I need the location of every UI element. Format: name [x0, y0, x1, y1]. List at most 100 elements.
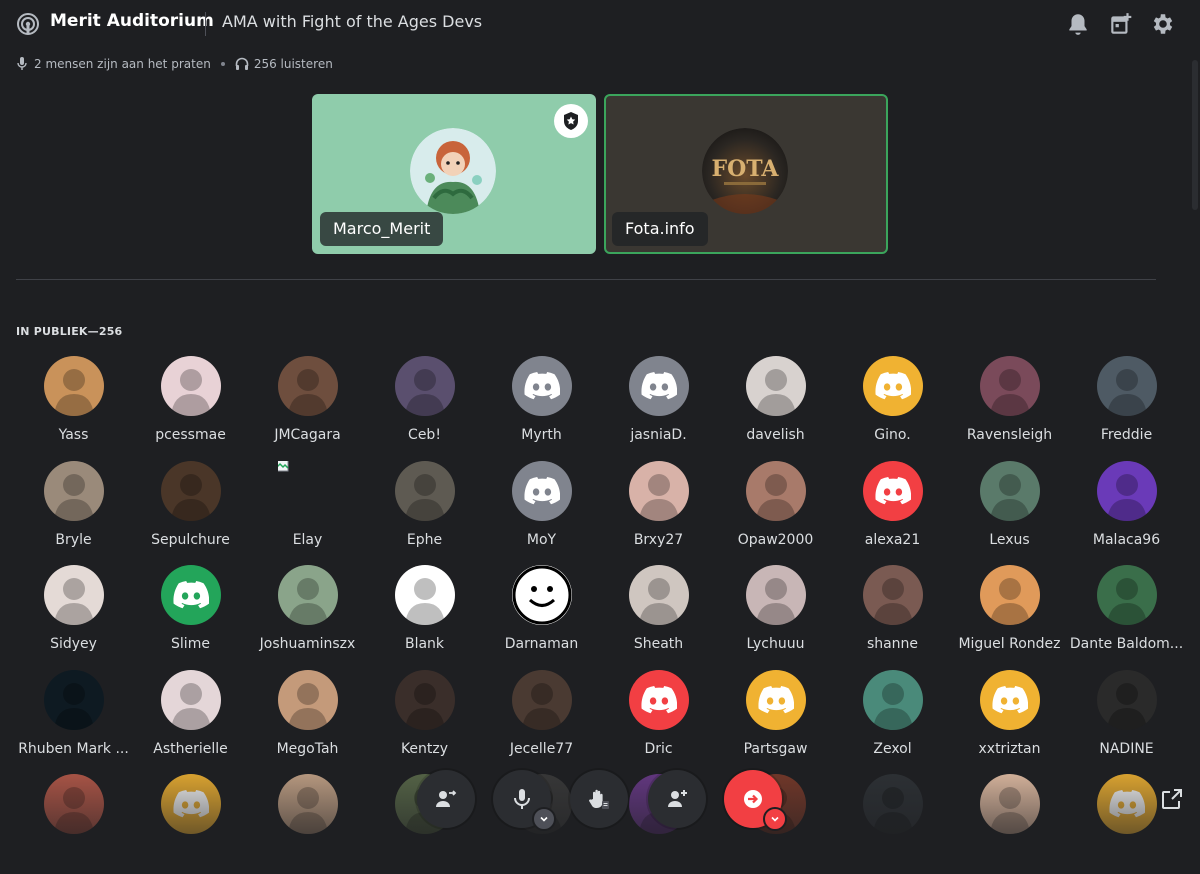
- channel-name: Merit Auditorium: [50, 11, 214, 31]
- audience-member[interactable]: Slime: [132, 565, 249, 665]
- user-photo-icon: [1107, 682, 1147, 730]
- audience-member[interactable]: xxtriztan: [951, 669, 1068, 770]
- audience-member[interactable]: Yass: [15, 356, 132, 456]
- avatar: [44, 565, 104, 625]
- member-name: Ravensleigh: [966, 427, 1053, 443]
- audience-member[interactable]: shanne: [834, 565, 951, 665]
- audience-member[interactable]: Darnaman: [483, 565, 600, 665]
- audience-member[interactable]: Elay: [249, 460, 366, 561]
- audience-member[interactable]: Bryle: [15, 460, 132, 561]
- avatar: [863, 669, 923, 730]
- audience-member[interactable]: Kentzy: [366, 669, 483, 770]
- user-photo-icon: [54, 473, 94, 521]
- audience-member[interactable]: Blank: [366, 565, 483, 665]
- avatar: [161, 669, 221, 730]
- user-photo-icon: [756, 369, 796, 416]
- microphone-icon: [514, 789, 530, 809]
- audience-member[interactable]: Dric: [600, 669, 717, 770]
- user-photo-icon: [990, 369, 1030, 416]
- audience-member[interactable]: Myrth: [483, 356, 600, 456]
- member-name: NADINE: [1099, 740, 1154, 757]
- user-photo-icon: [990, 578, 1030, 625]
- audience-member[interactable]: Ravensleigh: [951, 356, 1068, 456]
- audience-member[interactable]: Malaca96: [1068, 460, 1185, 561]
- audience-member[interactable]: NADINE: [1068, 669, 1185, 770]
- user-photo-icon: [54, 369, 94, 416]
- member-name: Jecelle77: [509, 740, 574, 757]
- leave-icon: [744, 790, 762, 808]
- mic-options-chevron-icon[interactable]: [532, 807, 556, 831]
- invite-to-speak-button[interactable]: [417, 770, 475, 828]
- avatar: [629, 669, 689, 730]
- audience-member[interactable]: Freddie: [1068, 356, 1185, 456]
- user-photo-icon: [171, 682, 211, 730]
- member-name: Miguel Rondez: [958, 636, 1061, 652]
- avatar: [161, 356, 221, 416]
- audience-member[interactable]: Sepulchure: [132, 460, 249, 561]
- broken-image-icon: [278, 460, 289, 471]
- audience-member[interactable]: Miguel Rondez: [951, 565, 1068, 665]
- audience-member[interactable]: Gino.: [834, 356, 951, 456]
- audience-member[interactable]: alexa21: [834, 460, 951, 561]
- speaker-tile-speaking[interactable]: FOTA Fota.info: [604, 94, 888, 254]
- avatar: [278, 565, 338, 625]
- stage-topic: AMA with Fight of the Ages Devs: [222, 12, 483, 31]
- user-photo-icon: [54, 578, 94, 625]
- speaker-avatar: FOTA: [702, 128, 788, 214]
- member-name: Elay: [292, 531, 323, 548]
- avatar: [512, 460, 572, 521]
- avatar: [278, 460, 338, 521]
- audience-member[interactable]: pcessmae: [132, 356, 249, 456]
- audience-member[interactable]: jasniaD.: [600, 356, 717, 456]
- member-name: alexa21: [864, 531, 921, 548]
- audience-member[interactable]: Astherielle: [132, 669, 249, 770]
- member-name: shanne: [866, 636, 919, 652]
- audience-member[interactable]: Partsgaw: [717, 669, 834, 770]
- notification-bell-icon[interactable]: [1065, 11, 1091, 37]
- speaker-tile[interactable]: Marco_Merit: [312, 94, 596, 254]
- audience-member[interactable]: JMCagara: [249, 356, 366, 456]
- audience-member[interactable]: Ceb!: [366, 356, 483, 456]
- avatar: [512, 669, 572, 730]
- audience-member[interactable]: Brxy27: [600, 460, 717, 561]
- leave-options-chevron-icon[interactable]: [763, 807, 787, 831]
- avatar: [746, 356, 806, 416]
- scrollbar[interactable]: [1192, 60, 1198, 210]
- listener-count: 256 luisteren: [253, 57, 333, 71]
- member-name: Sidyey: [50, 636, 97, 652]
- audience-member[interactable]: Lexus: [951, 460, 1068, 561]
- audience-member[interactable]: Jecelle77: [483, 669, 600, 770]
- user-photo-icon: [405, 682, 445, 730]
- audience-member[interactable]: Joshuaminszx: [249, 565, 366, 665]
- audience-member[interactable]: MegoTah: [249, 669, 366, 770]
- audience-member[interactable]: Ephe: [366, 460, 483, 561]
- member-name: JMCagara: [274, 427, 341, 443]
- audience-member[interactable]: MoY: [483, 460, 600, 561]
- audience-member[interactable]: Sidyey: [15, 565, 132, 665]
- member-name: xxtriztan: [978, 740, 1041, 757]
- audience-member[interactable]: davelish: [717, 356, 834, 456]
- user-photo-icon: [873, 578, 913, 625]
- user-photo-icon: [639, 473, 679, 521]
- raise-hand-button[interactable]: [570, 770, 628, 828]
- audience-member[interactable]: Opaw2000: [717, 460, 834, 561]
- moderator-badge-icon: [554, 104, 588, 138]
- avatar: [161, 565, 221, 625]
- event-schedule-icon[interactable]: [1108, 11, 1134, 37]
- avatar: [629, 356, 689, 416]
- audience-member[interactable]: Rhuben Mark ...: [15, 669, 132, 770]
- audience-member[interactable]: Dante Baldom...: [1068, 565, 1185, 665]
- member-name: Malaca96: [1092, 531, 1161, 548]
- popout-icon[interactable]: [1160, 787, 1184, 811]
- audience-member[interactable]: Sheath: [600, 565, 717, 665]
- user-photo-icon: [1107, 369, 1147, 416]
- add-user-button[interactable]: [648, 770, 706, 828]
- avatar: [863, 460, 923, 521]
- user-photo-icon: [288, 369, 328, 416]
- avatar: [278, 669, 338, 730]
- audience-member[interactable]: Lychuuu: [717, 565, 834, 665]
- audience-member[interactable]: Zexol: [834, 669, 951, 770]
- member-name: Freddie: [1100, 427, 1153, 443]
- settings-gear-icon[interactable]: [1150, 11, 1176, 37]
- member-name: Slime: [171, 636, 210, 652]
